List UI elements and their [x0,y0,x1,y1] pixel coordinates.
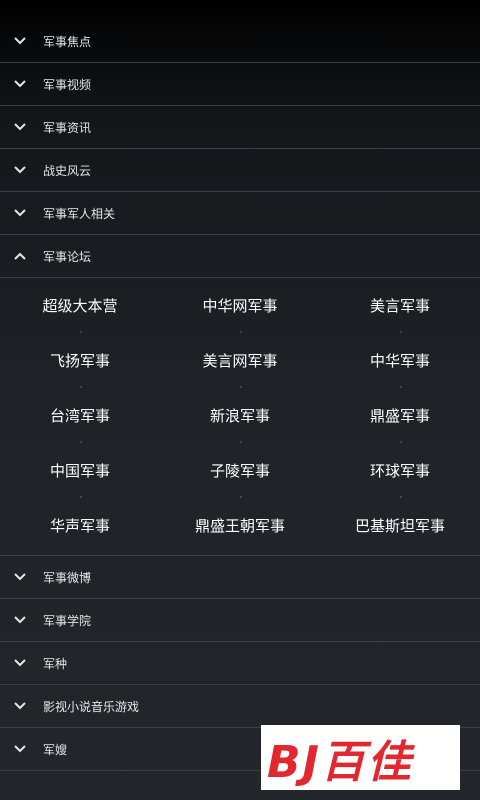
section-media-games[interactable]: 影视小说音乐游戏 [0,685,480,728]
forum-link[interactable]: 环球军事 [320,441,480,498]
forum-link[interactable]: 鼎盛王朝军事 [160,496,320,553]
section-label: 影视小说音乐游戏 [43,699,140,714]
forum-link[interactable]: 华声军事 [0,496,160,553]
forum-row: 飞扬军事 美言网军事 中华军事 [0,331,480,388]
divider-dot [240,331,242,333]
forum-link-label: 新浪军事 [209,407,270,425]
forum-link-label: 巴基斯坦军事 [354,517,445,535]
watermark-logo: BJ百佳 [261,725,460,790]
category-list-top: 军事焦点 军事视频 军事资讯 战史风云 军事军人相关 军事论坛 [0,20,480,278]
section-military-personnel[interactable]: 军事军人相关 [0,192,480,235]
section-military-forum[interactable]: 军事论坛 [0,235,480,278]
forum-link-label: 飞扬军事 [49,352,110,370]
forum-link[interactable]: 超级大本营 [0,278,160,333]
forum-link-label: 环球军事 [369,462,430,480]
chevron-down-icon [6,80,34,88]
top-spacer [0,0,480,20]
forum-link-label: 华声军事 [49,517,110,535]
forum-row: 超级大本营 中华网军事 美言军事 [0,278,480,333]
forum-row: 台湾军事 新浪军事 鼎盛军事 [0,386,480,443]
section-service-branches[interactable]: 军种 [0,642,480,685]
forum-row: 华声军事 鼎盛王朝军事 巴基斯坦军事 [0,496,480,553]
forum-link-label: 超级大本营 [42,297,118,315]
chevron-up-icon [6,252,34,260]
forum-link-label: 台湾军事 [49,407,110,425]
section-label: 军事视频 [43,77,92,92]
section-label: 军事焦点 [43,34,92,49]
forum-link-label: 鼎盛王朝军事 [194,517,285,535]
forum-link[interactable]: 中华军事 [320,331,480,388]
divider-dot [240,496,242,498]
section-label: 军种 [43,656,68,671]
forum-link[interactable]: 台湾军事 [0,386,160,443]
forum-link[interactable]: 飞扬军事 [0,331,160,388]
forum-link[interactable]: 巴基斯坦军事 [320,496,480,553]
divider-dot [240,386,242,388]
divider-dot [400,331,402,333]
forum-link[interactable]: 美言网军事 [160,331,320,388]
section-military-news[interactable]: 军事资讯 [0,106,480,149]
section-military-video[interactable]: 军事视频 [0,63,480,106]
section-military-academy[interactable]: 军事学院 [0,599,480,642]
forum-link-label: 鼎盛军事 [369,407,430,425]
section-label: 军嫂 [43,742,68,757]
forum-link[interactable]: 中国军事 [0,441,160,498]
section-military-weibo[interactable]: 军事微博 [0,556,480,599]
chevron-down-icon [6,616,34,624]
section-label: 军事资讯 [43,120,92,135]
forum-link-label: 中华军事 [369,352,430,370]
chevron-down-icon [6,166,34,174]
divider-dot [400,441,402,443]
forum-link[interactable]: 鼎盛军事 [320,386,480,443]
section-war-history[interactable]: 战史风云 [0,149,480,192]
section-label: 军事军人相关 [43,206,116,221]
chevron-down-icon [6,123,34,131]
chevron-down-icon [6,573,34,581]
chevron-down-icon [6,37,34,45]
forum-row: 中国军事 子陵军事 环球军事 [0,441,480,498]
forum-link-label: 中华网军事 [202,297,278,315]
section-label: 战史风云 [43,163,92,178]
divider-dot [400,496,402,498]
section-military-focus[interactable]: 军事焦点 [0,20,480,63]
forum-link-label: 美言军事 [369,297,430,315]
section-label: 军事论坛 [43,249,92,264]
chevron-down-icon [6,659,34,667]
section-label: 军事学院 [43,613,92,628]
forum-link[interactable]: 新浪军事 [160,386,320,443]
chevron-down-icon [6,745,34,753]
forum-link[interactable]: 中华网军事 [160,278,320,333]
divider-dot [80,441,82,443]
forum-links-grid: 超级大本营 中华网军事 美言军事 飞扬军事 美言网军事 中华军事 台湾军事 新浪… [0,278,480,555]
forum-link-label: 中国军事 [49,462,110,480]
forum-link[interactable]: 美言军事 [320,278,480,333]
watermark-text: BJ百佳 [267,736,413,788]
chevron-down-icon [6,209,34,217]
forum-link-label: 美言网军事 [202,352,278,370]
divider-dot [80,331,82,333]
divider-dot [80,496,82,498]
section-label: 军事微博 [43,570,92,585]
divider-dot [80,386,82,388]
forum-link[interactable]: 子陵军事 [160,441,320,498]
divider-dot [400,386,402,388]
divider-dot [240,441,242,443]
forum-link-label: 子陵军事 [209,462,270,480]
chevron-down-icon [6,702,34,710]
